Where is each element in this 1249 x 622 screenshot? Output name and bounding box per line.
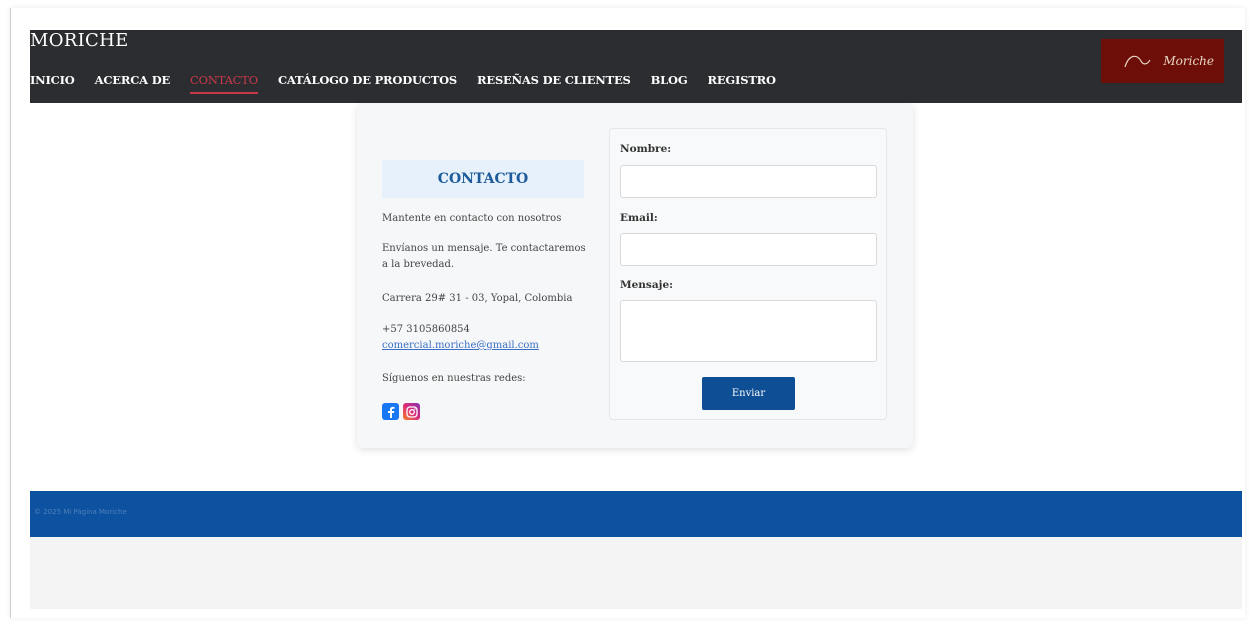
social-label: Síguenos en nuestras redes: <box>382 373 526 384</box>
nav-item-registro[interactable]: REGISTRO <box>698 72 786 94</box>
contact-heading-box: CONTACTO <box>382 160 584 198</box>
contact-phone: +57 3105860854 <box>382 324 470 335</box>
nav-item-inicio[interactable]: INICIO <box>30 72 85 94</box>
top-navigation-bar: MORICHE INICIO ACERCA DE CONTACTO CATÁLO… <box>30 30 1242 103</box>
instagram-icon[interactable] <box>403 403 420 420</box>
nav-item-blog[interactable]: BLOG <box>641 72 698 94</box>
contact-address: Carrera 29# 31 - 03, Yopal, Colombia <box>382 293 573 304</box>
email-input[interactable] <box>620 233 877 266</box>
message-textarea[interactable] <box>620 300 877 362</box>
logo-swirl-icon <box>1124 55 1151 68</box>
contact-title: CONTACTO <box>437 171 529 187</box>
main-nav: INICIO ACERCA DE CONTACTO CATÁLOGO DE PR… <box>30 72 786 94</box>
facebook-icon[interactable] <box>382 403 399 420</box>
contact-email-link[interactable]: comercial.moriche@gmail.com <box>382 338 539 354</box>
nav-item-catalogo[interactable]: CATÁLOGO DE PRODUCTOS <box>268 72 467 94</box>
email-label: Email: <box>620 212 658 224</box>
page-bottom-area <box>30 537 1242 609</box>
logo-text: Moriche <box>1163 54 1214 68</box>
name-label: Nombre: <box>620 143 672 155</box>
nav-item-resenas[interactable]: RESEÑAS DE CLIENTES <box>467 72 641 94</box>
social-links <box>382 403 420 420</box>
contact-card: CONTACTO Mantente en contacto con nosotr… <box>357 103 913 448</box>
message-label: Mensaje: <box>620 279 674 291</box>
nav-item-contacto[interactable]: CONTACTO <box>180 72 268 94</box>
site-brand[interactable]: MORICHE <box>30 30 129 51</box>
submit-button[interactable]: Enviar <box>702 377 795 410</box>
brand-logo[interactable]: Moriche <box>1101 39 1224 83</box>
name-input[interactable] <box>620 165 877 198</box>
nav-item-acerca-de[interactable]: ACERCA DE <box>85 72 180 94</box>
contact-form: Nombre: Email: Mensaje: Enviar <box>609 128 887 420</box>
contact-tagline: Mantente en contacto con nosotros <box>382 213 562 224</box>
footer-copyright: © 2025 Mi Página Moriche <box>34 508 127 516</box>
contact-message-text: Envíanos un mensaje. Te contactaremos a … <box>382 243 586 270</box>
page-footer: © 2025 Mi Página Moriche <box>30 491 1242 537</box>
